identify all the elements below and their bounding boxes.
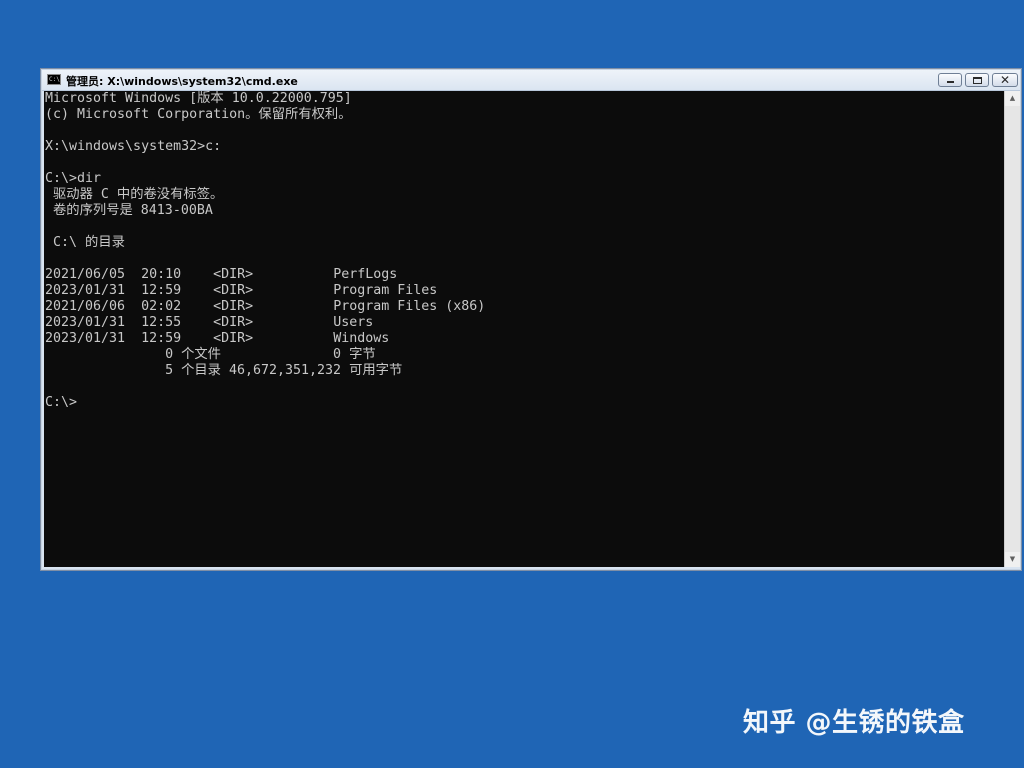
window-title: 管理员: X:\windows\system32\cmd.exe (66, 75, 298, 88)
scroll-track[interactable] (1005, 106, 1020, 552)
console-line: 2023/01/31 12:59 <DIR> Windows (45, 331, 390, 346)
close-icon: ✕ (999, 73, 1011, 87)
console-line: Microsoft Windows [版本 10.0.22000.795] (45, 91, 352, 106)
console-line: 5 个目录 46,672,351,232 可用字节 (45, 363, 403, 378)
console-text: Microsoft Windows [版本 10.0.22000.795] (c)… (45, 91, 485, 411)
scroll-down-arrow-icon[interactable]: ▼ (1005, 552, 1020, 567)
console-line: 2021/06/05 20:10 <DIR> PerfLogs (45, 267, 398, 282)
console-line: 2021/06/06 02:02 <DIR> Program Files (x8… (45, 299, 486, 314)
console-output-area[interactable]: Microsoft Windows [版本 10.0.22000.795] (c)… (44, 91, 1004, 567)
console-line: (c) Microsoft Corporation。保留所有权利。 (45, 107, 352, 122)
console-line: 卷的序列号是 8413-00BA (45, 203, 213, 218)
console-line: C:\>dir (45, 171, 102, 186)
console-line: X:\windows\system32>c: (45, 139, 222, 154)
watermark: 知乎 @生锈的铁盒 (743, 708, 965, 738)
console-line: C:\> (45, 395, 78, 410)
minimize-icon (947, 81, 954, 83)
console-line: 驱动器 C 中的卷没有标签。 (45, 187, 224, 202)
scroll-up-arrow-icon[interactable]: ▲ (1005, 91, 1020, 106)
console-line: 0 个文件 0 字节 (45, 347, 376, 362)
close-button[interactable]: ✕ (992, 73, 1018, 87)
cmd-window[interactable]: C:\ 管理员: X:\windows\system32\cmd.exe ✕ M… (40, 68, 1022, 571)
title-bar[interactable]: C:\ 管理员: X:\windows\system32\cmd.exe ✕ (42, 70, 1020, 91)
console-line: 2023/01/31 12:59 <DIR> Program Files (45, 283, 438, 298)
maximize-icon (973, 77, 982, 84)
cmd-console-icon[interactable]: C:\ (47, 74, 61, 85)
vertical-scrollbar[interactable]: ▲ ▼ (1004, 91, 1020, 567)
console-line: 2023/01/31 12:55 <DIR> Users (45, 315, 374, 330)
caption-buttons: ✕ (938, 73, 1018, 87)
maximize-button[interactable] (965, 73, 989, 87)
minimize-button[interactable] (938, 73, 962, 87)
console-line: C:\ 的目录 (45, 235, 125, 250)
